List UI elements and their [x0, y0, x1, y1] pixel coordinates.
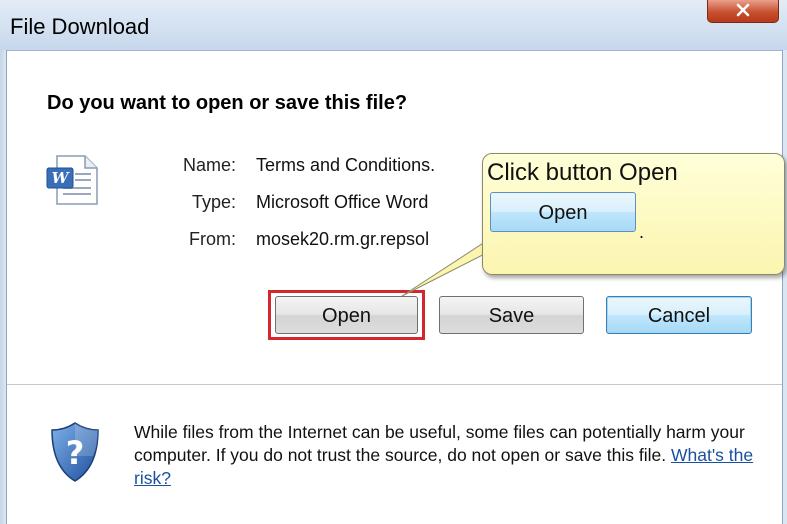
svg-text:?: ? [66, 434, 85, 472]
close-icon [736, 3, 750, 17]
title-bar[interactable]: File Download [0, 0, 787, 51]
window-left-border [0, 50, 7, 524]
from-label: From: [189, 229, 236, 249]
name-label: Name: [182, 155, 236, 175]
warning-text: While files from the Internet can be use… [134, 422, 745, 465]
type-value: Microsoft Office Word [256, 192, 429, 212]
dialog-title: File Download [10, 14, 150, 39]
warning-message: While files from the Internet can be use… [134, 421, 774, 490]
file-download-dialog: File Download Do you want to open or sav… [0, 0, 787, 524]
open-button[interactable]: Open [275, 296, 418, 334]
save-button[interactable]: Save [439, 296, 584, 334]
cancel-button[interactable]: Cancel [606, 296, 752, 334]
type-label: Type: [191, 192, 236, 212]
name-value: Terms and Conditions. [256, 155, 436, 175]
dialog-question: Do you want to open or save this file? [47, 92, 408, 114]
window-right-border [782, 50, 787, 524]
divider [7, 384, 782, 385]
security-shield-icon: ? [48, 420, 102, 489]
callout-instruction: Click button Open [487, 159, 678, 186]
close-button[interactable] [707, 0, 779, 23]
callout-dot: . [639, 222, 645, 242]
callout-open-button-sample: Open [490, 192, 636, 232]
